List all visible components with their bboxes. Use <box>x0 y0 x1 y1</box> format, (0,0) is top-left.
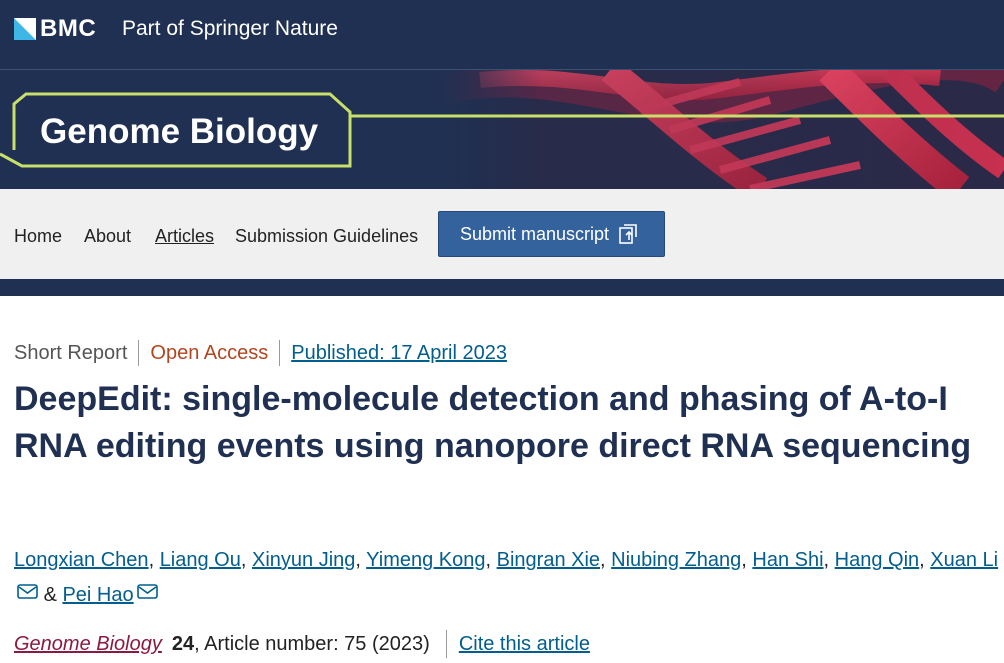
author-link[interactable]: Niubing Zhang <box>611 549 741 571</box>
nav-submission-guidelines[interactable]: Submission Guidelines <box>235 225 418 247</box>
bmc-logo-icon <box>14 18 36 40</box>
bmc-wordmark: BMC <box>40 15 97 42</box>
journal-title[interactable]: Genome Biology <box>40 110 318 154</box>
mail-icon[interactable] <box>17 584 38 599</box>
author-link[interactable]: Han Shi <box>752 549 823 571</box>
springer-nature-tagline[interactable]: Part of Springer Nature <box>122 16 338 42</box>
article-meta: Short Report Open Access Published: 17 A… <box>14 340 507 366</box>
author-link[interactable]: Liang Ou <box>160 549 241 571</box>
citation-separator <box>445 630 447 658</box>
author-list: Longxian Chen, Liang Ou, Xinyun Jing, Yi… <box>14 549 999 606</box>
author-link[interactable]: Hang Qin <box>835 549 920 571</box>
author-link[interactable]: Yimeng Kong <box>366 549 485 571</box>
nav-divider <box>0 279 1004 296</box>
cite-this-article-link[interactable]: Cite this article <box>459 631 590 657</box>
citation-article-number: , Article number: 75 (2023) <box>194 633 430 655</box>
submit-manuscript-label: Submit manuscript <box>460 224 610 244</box>
meta-separator <box>138 340 140 366</box>
journal-nav: Home About Articles Submission Guideline… <box>0 189 1004 279</box>
submit-manuscript-button[interactable]: Submit manuscript <box>438 211 665 257</box>
author-link[interactable]: Pei Hao <box>62 584 133 606</box>
author-link[interactable]: Xinyun Jing <box>252 549 355 571</box>
mail-icon[interactable] <box>136 584 158 599</box>
author-link[interactable]: Xuan Li <box>930 549 998 571</box>
top-bar: BMC Part of Springer Nature <box>0 0 1004 70</box>
nav-articles[interactable]: Articles <box>155 225 214 247</box>
nav-about[interactable]: About <box>84 225 131 247</box>
nav-home[interactable]: Home <box>14 225 62 247</box>
meta-separator <box>279 340 281 366</box>
dna-helix-image <box>440 70 1004 189</box>
external-link-icon <box>619 224 637 244</box>
citation-volume: 24 <box>171 633 195 655</box>
journal-banner: Genome Biology <box>0 70 1004 189</box>
article-title: DeepEdit: single-molecule detection and … <box>14 380 972 465</box>
citation-journal-link[interactable]: Genome Biology <box>14 631 162 657</box>
author-link[interactable]: Bingran Xie <box>497 549 600 571</box>
bmc-logo[interactable]: BMC <box>14 17 96 41</box>
published-date-link[interactable]: Published: 17 April 2023 <box>291 341 507 365</box>
article-type: Short Report <box>14 342 128 364</box>
open-access-badge: Open Access <box>150 342 269 364</box>
author-link[interactable]: Longxian Chen <box>14 549 149 571</box>
author-connector: & <box>43 584 57 606</box>
citation-row: Genome Biology 24 , Article number: 75 (… <box>14 630 590 658</box>
